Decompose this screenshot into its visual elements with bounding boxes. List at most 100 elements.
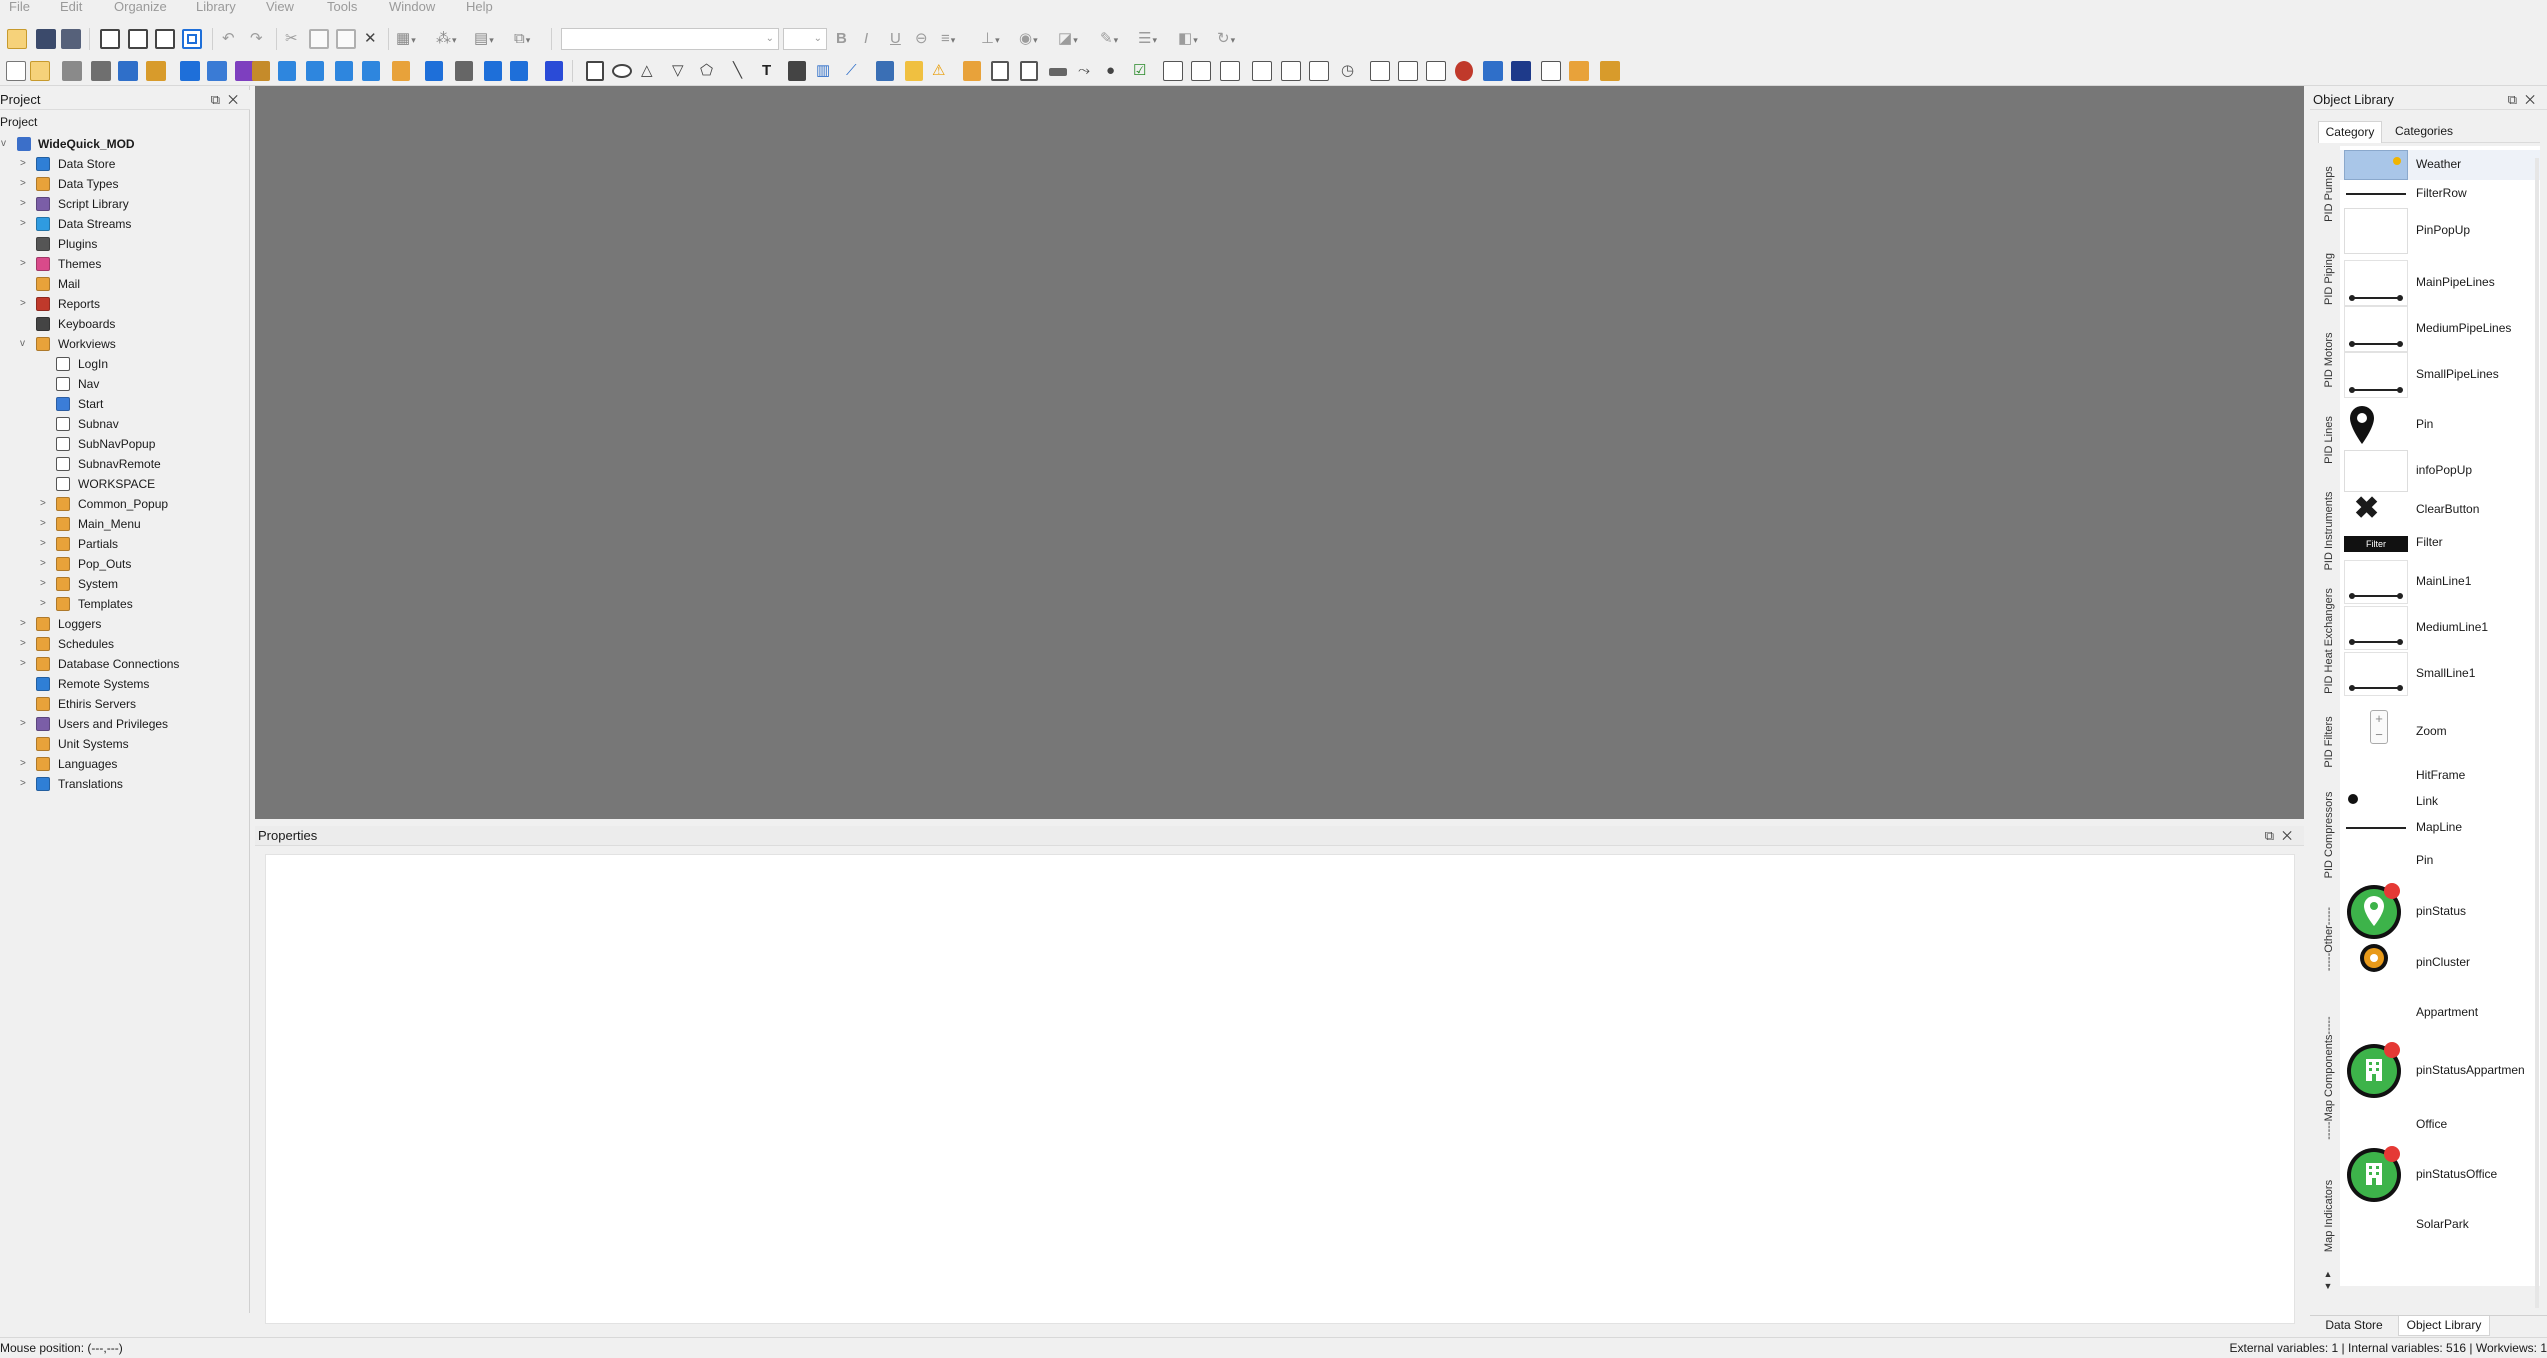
library-item[interactable]: pinStatusOffice: [2340, 1144, 2540, 1206]
line-color-icon[interactable]: ✎▾: [1100, 29, 1118, 50]
tree-item[interactable]: >System: [0, 574, 250, 594]
menu-library[interactable]: Library: [196, 0, 236, 13]
freeform-tool-icon[interactable]: ⬠: [700, 61, 713, 81]
panel-controls[interactable]: ⧉✕: [2265, 826, 2300, 846]
library-item[interactable]: HitFrame: [2340, 762, 2540, 790]
library-item[interactable]: FilterRow: [2340, 180, 2540, 208]
delete-icon[interactable]: ✕: [364, 29, 377, 49]
expander-icon[interactable]: >: [20, 154, 30, 174]
shadow-icon[interactable]: ◪▾: [1058, 29, 1078, 50]
library-item[interactable]: +−Zoom: [2340, 706, 2540, 758]
window-settings-icon[interactable]: [155, 29, 175, 49]
expander-icon[interactable]: >: [40, 534, 50, 554]
table-tool-icon[interactable]: [876, 61, 894, 81]
spin-tool-icon[interactable]: [1281, 61, 1301, 81]
expander-icon[interactable]: >: [40, 554, 50, 574]
new-window-icon[interactable]: [100, 29, 120, 49]
tree-root[interactable]: v WideQuick_MOD: [0, 134, 250, 154]
vertical-tab[interactable]: -----Map Components-----: [2318, 996, 2340, 1160]
tool-j-icon[interactable]: [306, 61, 324, 81]
menu-window[interactable]: Window: [389, 0, 435, 13]
expander-icon[interactable]: >: [40, 494, 50, 514]
library-item[interactable]: Link: [2340, 792, 2540, 812]
tab-data-store[interactable]: Data Store: [2314, 1316, 2394, 1336]
vertical-tab[interactable]: PID Lines: [2318, 404, 2340, 476]
tree-item[interactable]: SubNavPopup: [0, 434, 250, 454]
vertical-tab[interactable]: -----Other-----: [2318, 882, 2340, 996]
tree-item[interactable]: >Common_Popup: [0, 494, 250, 514]
library-item[interactable]: PinPopUp: [2340, 208, 2540, 254]
rectangle-tool-icon[interactable]: [586, 61, 604, 81]
tree-item[interactable]: >Data Streams: [0, 214, 250, 234]
warning-icon[interactable]: ⚠: [932, 61, 945, 81]
library-item[interactable]: pinStatusAppartmen: [2340, 1040, 2540, 1102]
tab-scroll-arrows[interactable]: ▲▼: [2318, 1268, 2338, 1294]
vertical-tab[interactable]: PID Instruments: [2318, 476, 2340, 586]
expander-icon[interactable]: >: [20, 774, 30, 794]
expander-icon[interactable]: >: [20, 714, 30, 734]
library-item[interactable]: pinStatus: [2340, 882, 2540, 942]
library-item[interactable]: MapLine: [2340, 814, 2540, 842]
bold-icon[interactable]: B: [836, 29, 847, 49]
window-properties-icon[interactable]: [128, 29, 148, 49]
panel-controls[interactable]: ⧉✕: [211, 90, 246, 110]
expander-icon[interactable]: >: [20, 294, 30, 314]
expander-icon[interactable]: >: [20, 634, 30, 654]
combo-tool-icon[interactable]: [1370, 61, 1390, 81]
layers-icon[interactable]: [545, 61, 563, 81]
italic-icon[interactable]: I: [864, 29, 868, 49]
redo-icon[interactable]: ↷: [250, 29, 263, 49]
library-item[interactable]: infoPopUp: [2340, 450, 2540, 492]
library-item[interactable]: MediumLine1: [2340, 606, 2540, 650]
run-preview-icon[interactable]: [182, 29, 202, 49]
tree-item[interactable]: >Reports: [0, 294, 250, 314]
tree-item[interactable]: Ethiris Servers: [0, 694, 250, 714]
vertical-tab[interactable]: Map Indicators: [2318, 1160, 2340, 1272]
tool-p-icon[interactable]: [510, 61, 528, 81]
menu-organize[interactable]: Organize: [114, 0, 167, 13]
text-tool-icon[interactable]: T: [762, 61, 771, 81]
lock-icon[interactable]: [455, 61, 473, 81]
tool-l-icon[interactable]: [362, 61, 380, 81]
tree-item[interactable]: Plugins: [0, 234, 250, 254]
properties-grid[interactable]: [265, 854, 2295, 1324]
checkbox-tool-icon[interactable]: ☑: [1133, 61, 1146, 81]
tree-item[interactable]: >Database Connections: [0, 654, 250, 674]
tree-item[interactable]: >Data Store: [0, 154, 250, 174]
strikethrough-icon[interactable]: ⊖: [915, 29, 928, 49]
clock-tool-icon[interactable]: ◷: [1341, 61, 1354, 81]
image-tool-icon[interactable]: [788, 61, 806, 81]
tab-categories[interactable]: Categories: [2388, 121, 2460, 143]
expander-icon[interactable]: >: [40, 594, 50, 614]
event-tool-icon[interactable]: [963, 61, 981, 81]
polygon-tool-icon[interactable]: ▽: [672, 61, 684, 81]
expander-icon[interactable]: v: [20, 334, 30, 354]
expander-icon[interactable]: >: [20, 214, 30, 234]
library-item[interactable]: Appartment: [2340, 990, 2540, 1036]
library-item[interactable]: ✖ClearButton: [2340, 492, 2540, 528]
save-all-icon[interactable]: [61, 29, 81, 49]
expander-icon[interactable]: >: [20, 194, 30, 214]
tool-k-icon[interactable]: [335, 61, 353, 81]
tool-f-icon[interactable]: [207, 61, 227, 81]
expander-icon[interactable]: >: [40, 574, 50, 594]
knob-tool-icon[interactable]: ●: [1106, 61, 1115, 81]
expander-icon[interactable]: >: [40, 514, 50, 534]
tool-n-icon[interactable]: [425, 61, 443, 81]
line-tool-icon[interactable]: ╲: [733, 61, 742, 81]
underline-icon[interactable]: U: [890, 29, 901, 49]
new-object-icon[interactable]: [6, 61, 26, 81]
vertical-tab[interactable]: PID Compressors: [2318, 788, 2340, 882]
tree-item[interactable]: >Data Types: [0, 174, 250, 194]
tree-item[interactable]: Mail: [0, 274, 250, 294]
tool-e-icon[interactable]: [180, 61, 200, 81]
network-tool-icon[interactable]: [1483, 61, 1503, 81]
line-style-icon[interactable]: ☰▾: [1138, 29, 1157, 50]
tool-o-icon[interactable]: [484, 61, 502, 81]
group-icon[interactable]: ⧉▾: [514, 29, 530, 50]
dotnet-tool-icon[interactable]: [1511, 61, 1531, 81]
tree-item[interactable]: >Users and Privileges: [0, 714, 250, 734]
slider-tool-icon[interactable]: [1049, 68, 1067, 76]
tree-item[interactable]: LogIn: [0, 354, 250, 374]
paste-icon[interactable]: [336, 29, 356, 49]
